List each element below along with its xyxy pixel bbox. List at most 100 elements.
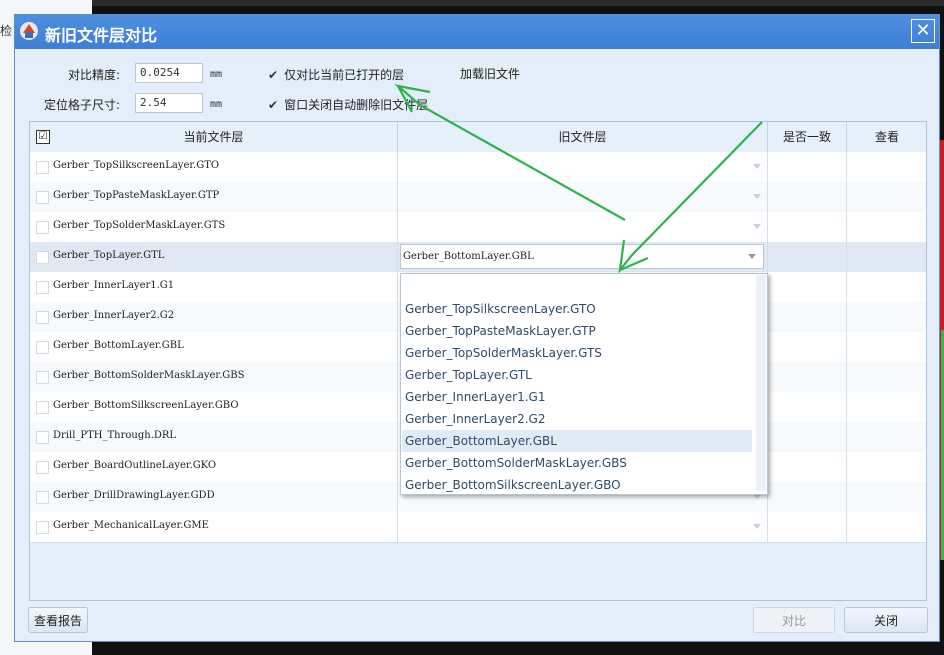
view-cell[interactable] — [847, 332, 926, 362]
table-row[interactable]: Gerber_TopSolderMaskLayer.GTS — [30, 212, 926, 243]
match-cell — [768, 332, 847, 362]
dropdown-option[interactable]: Gerber_TopPasteMaskLayer.GTP — [402, 320, 752, 342]
dropdown-option[interactable]: Gerber_BottomSolderMaskLayer.GBS — [402, 452, 752, 474]
view-report-button[interactable]: 查看报告 — [28, 607, 88, 633]
checkmark-icon: ✔ — [268, 98, 279, 112]
load-old-file-button[interactable]: 加载旧文件 — [456, 62, 525, 86]
close-button[interactable]: 关闭 — [844, 607, 928, 633]
chevron-down-icon[interactable] — [753, 524, 761, 529]
chevron-down-icon[interactable] — [753, 164, 761, 169]
match-cell — [768, 392, 847, 422]
match-cell — [768, 302, 847, 332]
row-checkbox[interactable] — [36, 491, 49, 504]
dropdown-option[interactable]: Gerber_InnerLayer1.G1 — [402, 386, 752, 408]
dropdown-option[interactable]: Gerber_TopSilkscreenLayer.GTO — [402, 298, 752, 320]
row-checkbox[interactable] — [36, 191, 49, 204]
match-cell — [768, 242, 847, 272]
table-row[interactable]: Gerber_TopPasteMaskLayer.GTP — [30, 182, 926, 213]
table-row[interactable]: Gerber_MechanicalLayer.GME — [30, 512, 926, 543]
old-layer-dropdown-list[interactable]: Gerber_TopSilkscreenLayer.GTO Gerber_TopP… — [400, 273, 768, 495]
match-cell — [768, 482, 847, 512]
table-row[interactable]: Gerber_TopLayer.GTL Gerber_BottomLayer.GB… — [30, 242, 926, 273]
match-cell — [768, 422, 847, 452]
view-cell[interactable] — [847, 272, 926, 302]
view-cell[interactable] — [847, 482, 926, 512]
dropdown-option[interactable]: Gerber_InnerLayer2.G2 — [402, 408, 752, 430]
row-checkbox[interactable] — [36, 461, 49, 474]
grid-size-input[interactable]: 2.54 — [135, 93, 203, 113]
row-checkbox[interactable] — [36, 401, 49, 414]
row-checkbox[interactable] — [36, 281, 49, 294]
old-layer-selected: Gerber_BottomLayer.GBL — [403, 251, 534, 262]
current-layer-cell: Gerber_TopPasteMaskLayer.GTP — [30, 182, 398, 212]
dropdown-option[interactable]: Gerber_BottomLayer.GBL — [402, 430, 752, 452]
chevron-down-icon[interactable] — [748, 254, 756, 259]
view-cell[interactable] — [847, 182, 926, 212]
select-all-checkbox[interactable]: ☑ — [36, 130, 50, 144]
row-checkbox[interactable] — [36, 251, 49, 264]
view-cell[interactable] — [847, 362, 926, 392]
precision-label: 对比精度: — [68, 68, 121, 82]
match-cell — [768, 212, 847, 242]
auto-delete-checkbox[interactable]: ✔ 窗口关闭自动删除旧文件层 — [268, 96, 428, 113]
view-cell[interactable] — [847, 392, 926, 422]
only-open-layers-checkbox[interactable]: ✔ 仅对比当前已打开的层 — [268, 66, 404, 83]
table-row[interactable]: Gerber_TopSilkscreenLayer.GTO — [30, 152, 926, 183]
old-layer-combobox[interactable]: Gerber_BottomLayer.GBL — [400, 244, 764, 269]
current-layer-name: Gerber_DrillDrawingLayer.GDD — [53, 490, 215, 501]
grid-size-label: 定位格子尺寸: — [44, 98, 121, 112]
current-layer-cell: Gerber_TopSilkscreenLayer.GTO — [30, 152, 398, 182]
chevron-down-icon[interactable] — [753, 194, 761, 199]
row-checkbox[interactable] — [36, 521, 49, 534]
old-layer-cell[interactable] — [398, 152, 768, 182]
precision-input[interactable]: 0.0254 — [135, 63, 203, 83]
current-layer-name: Gerber_InnerLayer1.G1 — [53, 280, 175, 291]
old-layer-cell[interactable]: Gerber_BottomLayer.GBL — [398, 242, 768, 272]
title-bar[interactable]: 新旧文件层对比 ✕ — [15, 15, 939, 49]
compare-button[interactable]: 对比 — [753, 607, 835, 633]
view-cell[interactable] — [847, 452, 926, 482]
old-layer-cell[interactable] — [398, 512, 768, 542]
header-old-layer: 旧文件层 — [398, 122, 768, 152]
current-layer-name: Gerber_BottomLayer.GBL — [53, 340, 184, 351]
row-checkbox[interactable] — [36, 221, 49, 234]
row-checkbox[interactable] — [36, 311, 49, 324]
current-layer-name: Gerber_InnerLayer2.G2 — [53, 310, 175, 321]
current-layer-name: Gerber_TopSolderMaskLayer.GTS — [53, 220, 226, 231]
old-layer-cell[interactable] — [398, 212, 768, 242]
row-checkbox[interactable] — [36, 371, 49, 384]
dropdown-option[interactable]: Gerber_TopSolderMaskLayer.GTS — [402, 342, 752, 364]
dropdown-scrollbar[interactable] — [756, 275, 766, 491]
close-window-button[interactable]: ✕ — [911, 19, 935, 43]
current-layer-cell: Drill_PTH_Through.DRL — [30, 422, 398, 452]
current-layer-cell: Gerber_TopSolderMaskLayer.GTS — [30, 212, 398, 242]
header-view: 查看 — [874, 130, 899, 144]
current-layer-name: Gerber_TopPasteMaskLayer.GTP — [53, 190, 220, 201]
background-toolbar-strip — [92, 0, 944, 6]
header-current-label: 当前文件层 — [183, 130, 244, 144]
view-cell[interactable] — [847, 422, 926, 452]
table-header: ☑ 当前文件层 旧文件层 是否一致 查看 — [30, 122, 926, 153]
precision-unit: mm — [210, 69, 223, 80]
view-cell[interactable] — [847, 212, 926, 242]
match-cell — [768, 272, 847, 302]
view-cell[interactable] — [847, 242, 926, 272]
view-cell[interactable] — [847, 152, 926, 182]
dropdown-option[interactable]: Gerber_TopLayer.GTL — [402, 364, 752, 386]
old-layer-cell[interactable] — [398, 182, 768, 212]
dropdown-option[interactable]: Gerber_BottomSilkscreenLayer.GBO — [402, 474, 752, 496]
grid-size-unit: mm — [210, 99, 223, 110]
chevron-down-icon[interactable] — [753, 224, 761, 229]
current-layer-cell: Gerber_MechanicalLayer.GME — [30, 512, 398, 542]
row-checkbox[interactable] — [36, 161, 49, 174]
view-cell[interactable] — [847, 302, 926, 332]
view-cell[interactable] — [847, 512, 926, 542]
current-layer-cell: Gerber_InnerLayer1.G1 — [30, 272, 398, 302]
row-checkbox[interactable] — [36, 341, 49, 354]
current-layer-cell: Gerber_TopLayer.GTL — [30, 242, 398, 272]
header-match: 是否一致 — [768, 122, 847, 152]
auto-delete-label: 窗口关闭自动删除旧文件层 — [284, 98, 429, 112]
current-layer-cell: Gerber_BottomLayer.GBL — [30, 332, 398, 362]
row-checkbox[interactable] — [36, 431, 49, 444]
current-layer-name: Drill_PTH_Through.DRL — [53, 430, 177, 441]
